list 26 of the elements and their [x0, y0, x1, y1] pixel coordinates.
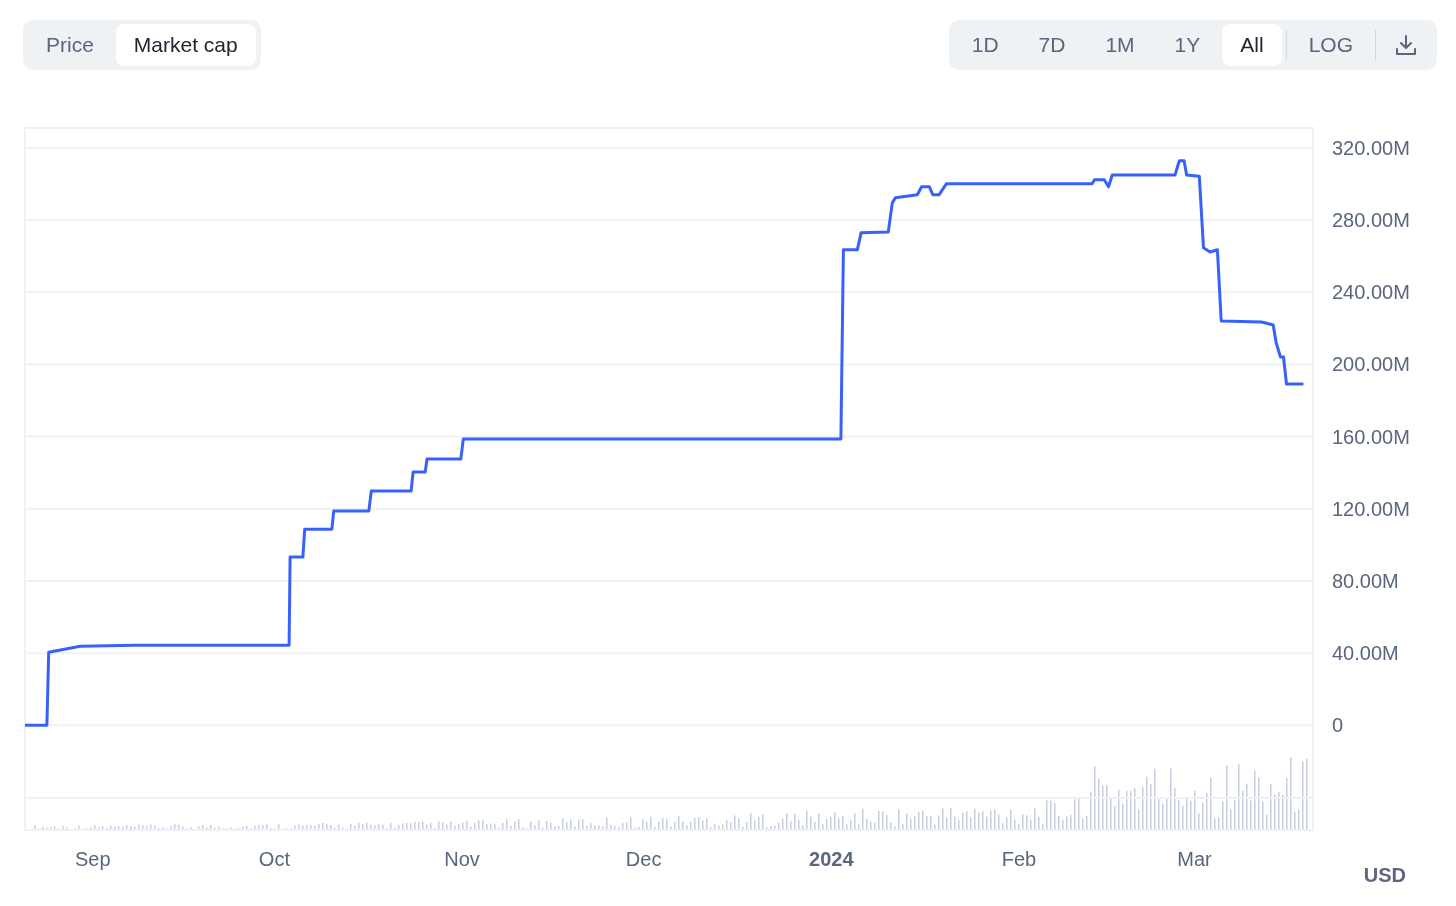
y-axis-label: 200.00M — [1332, 353, 1410, 376]
download-icon — [1394, 33, 1418, 57]
y-axis-label: 40.00M — [1332, 642, 1399, 665]
range-tab[interactable]: 1D — [953, 24, 1017, 66]
currency-label: USD — [1363, 864, 1406, 886]
x-axis-label: Feb — [1001, 848, 1037, 870]
y-axis-label: 160.00M — [1332, 425, 1410, 448]
metric-tab[interactable]: Market cap — [115, 24, 256, 66]
y-axis-label: 280.00M — [1332, 209, 1410, 232]
y-axis-label: 320.00M — [1332, 136, 1410, 159]
y-axis-label: 0 — [1332, 714, 1344, 737]
x-axis-label: 2024 — [809, 848, 854, 870]
x-axis-label: Nov — [444, 848, 480, 870]
range-tab[interactable]: All — [1222, 24, 1282, 66]
x-axis-label: Oct — [258, 848, 290, 870]
range-tab[interactable]: 1Y — [1156, 24, 1219, 66]
x-axis-label: Mar — [1177, 848, 1212, 870]
y-axis-label: 240.00M — [1332, 281, 1410, 304]
metric-tab[interactable]: Price — [28, 24, 112, 66]
y-axis-label: 80.00M — [1332, 569, 1399, 592]
x-axis-label: Sep — [75, 848, 111, 870]
y-axis-label: 120.00M — [1332, 497, 1410, 520]
range-tab[interactable]: 1M — [1087, 24, 1153, 66]
log-scale-toggle[interactable]: LOG — [1290, 24, 1371, 66]
x-axis-label: Dec — [625, 848, 662, 870]
range-tab[interactable]: 7D — [1020, 24, 1084, 66]
